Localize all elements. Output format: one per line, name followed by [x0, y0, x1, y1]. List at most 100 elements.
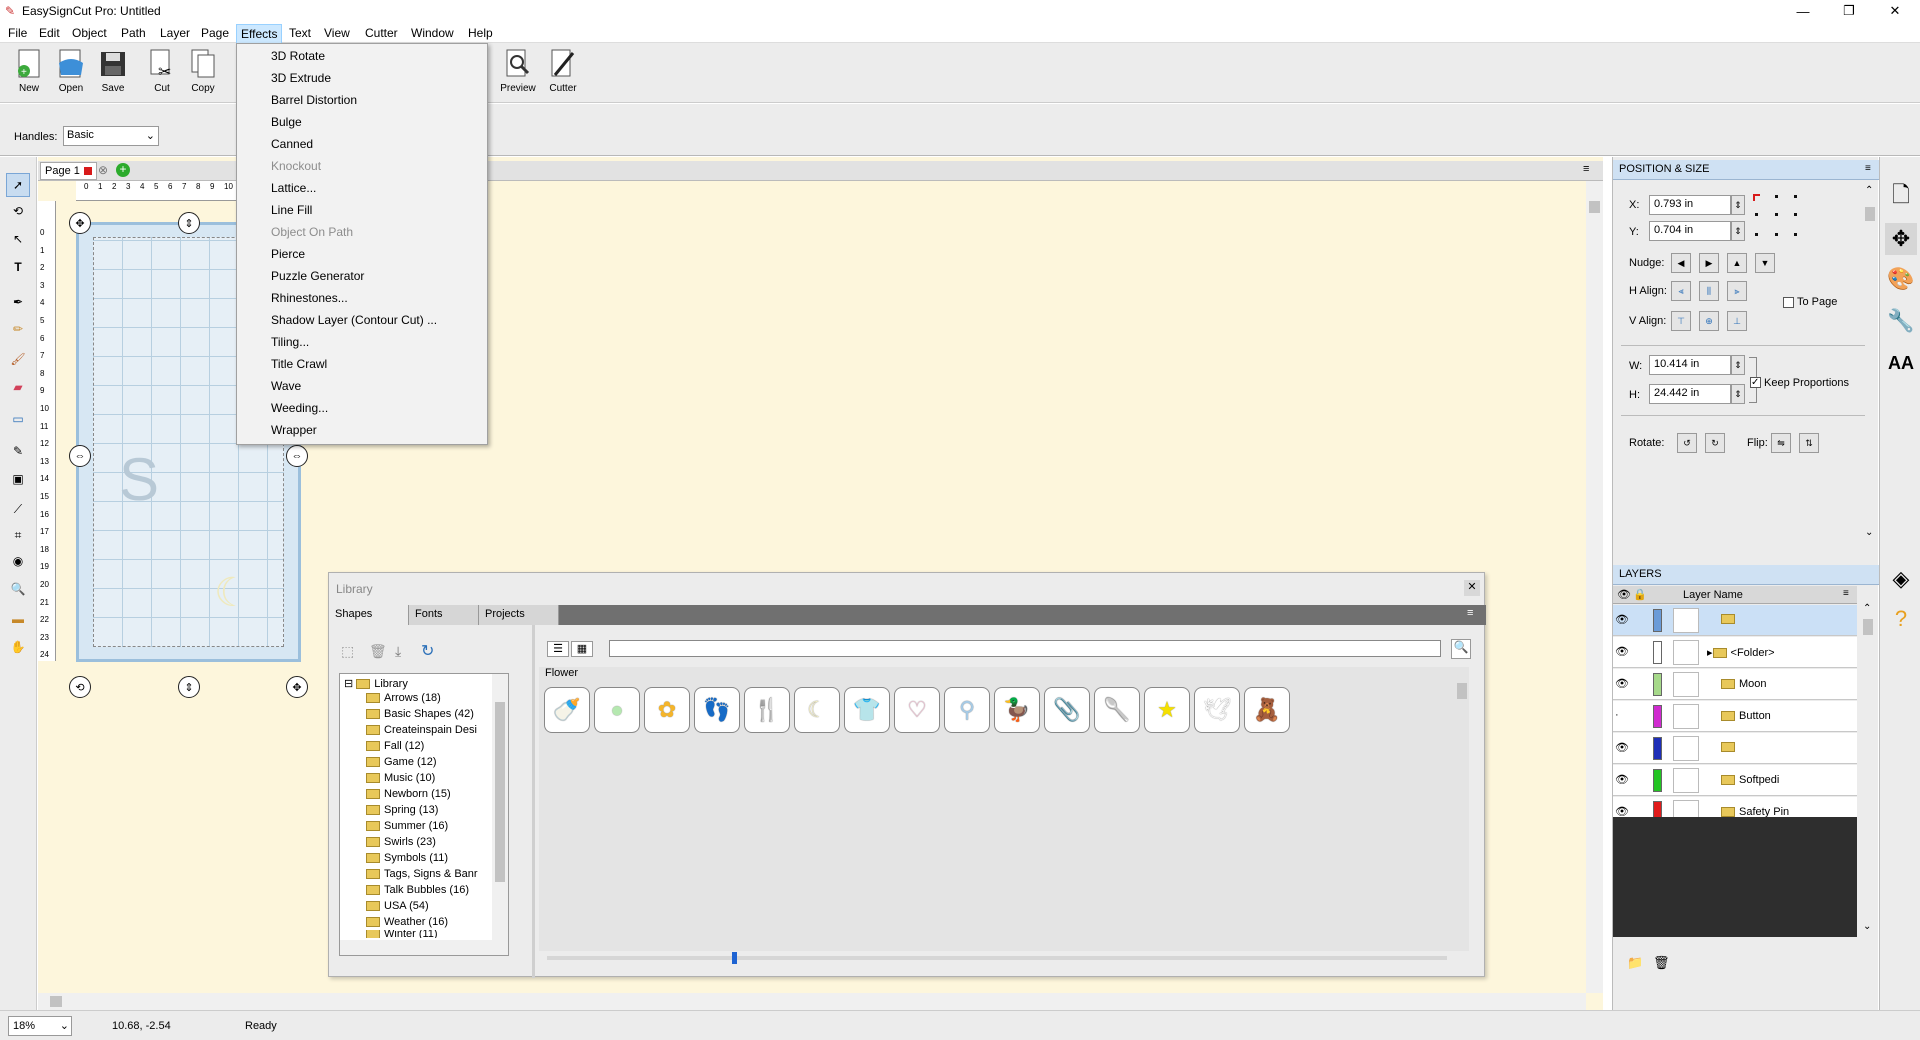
width-field[interactable]: 10.414 in — [1649, 355, 1731, 375]
y-field[interactable]: 0.704 in — [1649, 221, 1731, 241]
knife-tool-icon[interactable]: ⟋ — [6, 497, 30, 521]
menu-page[interactable]: Page — [197, 24, 233, 42]
maximize-button[interactable]: ❐ — [1826, 0, 1872, 22]
spoon-shape[interactable]: 🥄 — [1094, 687, 1140, 733]
trash-icon[interactable]: 🗑 — [369, 643, 387, 660]
effects-menu-item[interactable]: Puzzle Generator — [271, 269, 364, 283]
nudge-up-button[interactable]: ▲ — [1727, 253, 1747, 273]
resize-handle-bottom[interactable]: ⇕ — [178, 676, 200, 698]
panel-menu-icon[interactable]: ≡ — [1843, 588, 1849, 599]
align-bottom-icon[interactable]: ⊥ — [1727, 311, 1747, 331]
fork-shape[interactable]: 🍴 — [744, 687, 790, 733]
add-page-icon[interactable]: + — [116, 163, 130, 177]
menu-layer[interactable]: Layer — [156, 24, 194, 42]
scroll-thumb[interactable] — [1863, 619, 1873, 635]
chevron-up-icon[interactable]: ⌃ — [1863, 603, 1871, 614]
stork-shape[interactable]: 🕊 — [1194, 687, 1240, 733]
layer-row[interactable]: 👁 ▸ <Folder> — [1613, 637, 1857, 668]
cutter-button[interactable]: Cutter — [542, 47, 584, 101]
effects-menu-item[interactable]: Tiling... — [271, 335, 309, 349]
visibility-toggle-icon[interactable]: 👁 — [1615, 805, 1631, 818]
eraser-tool-icon[interactable]: ▰ — [6, 375, 30, 399]
visibility-toggle-icon[interactable]: 👁 — [1615, 645, 1631, 658]
rectangle-tool-icon[interactable]: ▭ — [6, 407, 30, 431]
chevron-down-icon[interactable]: ⌄ — [1863, 921, 1871, 932]
menu-text[interactable]: Text — [285, 24, 315, 42]
reference-point-grid[interactable] — [1750, 191, 1802, 241]
preview-button[interactable]: Preview — [497, 47, 539, 101]
menu-window[interactable]: Window — [407, 24, 458, 42]
chevron-down-icon[interactable]: ⌄ — [1865, 527, 1873, 538]
height-field[interactable]: 24.442 in — [1649, 384, 1731, 404]
star-shape[interactable]: ★ — [1144, 687, 1190, 733]
flip-horizontal-icon[interactable]: ⇋ — [1771, 433, 1791, 453]
tree-item[interactable]: Winter (11) — [366, 930, 438, 938]
rotate-cw-icon[interactable]: ↻ — [1705, 433, 1725, 453]
tree-item[interactable]: Game (12) — [366, 756, 437, 768]
effects-menu-item[interactable]: Wrapper — [271, 423, 317, 437]
pen-tool-icon[interactable]: ✒ — [6, 290, 30, 314]
layers-scrollbar[interactable]: ⌃ ⌄ — [1859, 603, 1877, 937]
splitter[interactable] — [532, 625, 535, 978]
close-library-icon[interactable]: ✕ — [1464, 580, 1480, 596]
tree-item[interactable]: Tags, Signs & Banr — [366, 868, 478, 880]
visibility-toggle-icon[interactable]: · — [1615, 709, 1631, 721]
tree-item[interactable]: Newborn (15) — [366, 788, 451, 800]
effects-menu-item[interactable]: Line Fill — [271, 203, 312, 217]
crop-tool-icon[interactable]: ⌗ — [6, 523, 30, 547]
layer-color-swatch[interactable] — [1653, 673, 1662, 696]
bottle-shape[interactable]: 🍼 — [544, 687, 590, 733]
effects-menu-item[interactable]: Barrel Distortion — [271, 93, 357, 107]
tree-item[interactable]: Talk Bubbles (16) — [366, 884, 469, 896]
visibility-toggle-icon[interactable]: 👁 — [1615, 613, 1631, 626]
keep-proportions-checkbox[interactable]: ✓ — [1750, 377, 1761, 388]
scroll-thumb[interactable] — [732, 952, 737, 964]
panel-menu-icon[interactable]: ≡ — [1865, 163, 1871, 174]
rotate-handle-bottom-left[interactable]: ⟲ — [69, 676, 91, 698]
resize-handle-top[interactable]: ⇕ — [178, 212, 200, 234]
visibility-toggle-icon[interactable]: 👁 — [1615, 677, 1631, 690]
scroll-thumb[interactable] — [50, 996, 62, 1007]
rotate-handle-bottom-right[interactable]: ✥ — [286, 676, 308, 698]
fill-tool-icon[interactable]: ▣ — [6, 467, 30, 491]
layer-color-swatch[interactable] — [1653, 609, 1662, 632]
duck-shape[interactable]: 🦆 — [994, 687, 1040, 733]
layer-row[interactable]: 👁 — [1613, 605, 1857, 636]
panel-menu-icon[interactable]: ≡ — [1467, 607, 1473, 619]
y-stepper[interactable]: ⇕ — [1731, 221, 1745, 241]
canvas-vertical-scrollbar[interactable] — [1586, 181, 1603, 993]
effects-menu-item[interactable]: Wave — [271, 379, 301, 393]
grid-view-icon[interactable]: ▦ — [571, 641, 593, 657]
tree-item[interactable]: Symbols (11) — [366, 852, 448, 864]
resize-handle-left[interactable]: ⇔ — [69, 445, 91, 467]
tree-item[interactable]: Arrows (18) — [366, 692, 441, 704]
nudge-right-button[interactable]: ▶ — [1699, 253, 1719, 273]
nudge-left-button[interactable]: ◀ — [1671, 253, 1691, 273]
tree-item[interactable]: Createinspain Desi — [366, 724, 477, 736]
align-right-icon[interactable]: ⫸ — [1727, 281, 1747, 301]
canvas-horizontal-scrollbar[interactable] — [38, 993, 1586, 1010]
flip-vertical-icon[interactable]: ⇅ — [1799, 433, 1819, 453]
scroll-thumb[interactable] — [1865, 207, 1875, 221]
layer-row[interactable]: 👁 — [1613, 733, 1857, 764]
menu-help[interactable]: Help — [464, 24, 497, 42]
add-folder-icon[interactable]: ⬚ — [341, 643, 354, 660]
brush-tool-icon[interactable]: 🖌 — [6, 347, 30, 371]
close-button[interactable]: ✕ — [1872, 0, 1918, 22]
height-stepper[interactable]: ⇕ — [1731, 384, 1745, 404]
layer-color-swatch[interactable] — [1653, 705, 1662, 728]
effects-menu-item[interactable]: Lattice... — [271, 181, 316, 195]
effects-menu-item[interactable]: Rhinestones... — [271, 291, 348, 305]
search-icon[interactable]: 🔍 — [1451, 639, 1471, 659]
panel-menu-icon[interactable]: ≡ — [1583, 163, 1589, 175]
tree-vertical-scrollbar[interactable] — [492, 674, 508, 940]
width-stepper[interactable]: ⇕ — [1731, 355, 1745, 375]
tree-item[interactable]: Summer (16) — [366, 820, 448, 832]
scroll-thumb[interactable] — [495, 702, 505, 882]
position-panel-icon[interactable]: ✥ — [1885, 223, 1917, 255]
tab-projects[interactable]: Projects — [479, 605, 559, 625]
add-layer-icon[interactable]: 📁 — [1627, 955, 1643, 971]
menu-effects[interactable]: Effects — [236, 24, 283, 44]
effects-menu-item[interactable]: 3D Extrude — [271, 71, 331, 85]
text-tool-icon[interactable]: T — [6, 255, 30, 279]
